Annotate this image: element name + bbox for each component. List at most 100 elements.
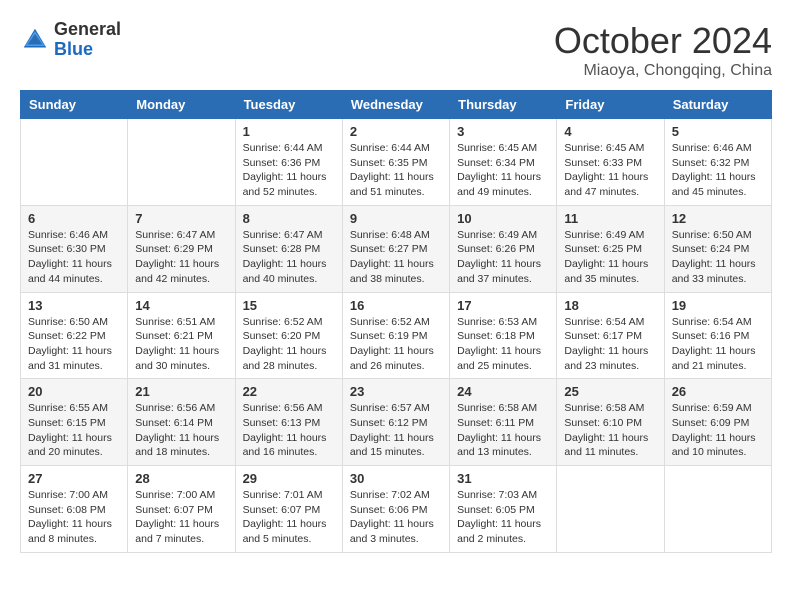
calendar-day-cell: 11 Sunrise: 6:49 AM Sunset: 6:25 PM Dayli…	[557, 205, 664, 292]
day-number: 26	[672, 384, 764, 399]
day-info: Sunrise: 6:54 AM Sunset: 6:17 PM Dayligh…	[564, 315, 656, 374]
calendar-day-cell	[21, 119, 128, 206]
day-number: 20	[28, 384, 120, 399]
calendar-day-cell: 20 Sunrise: 6:55 AM Sunset: 6:15 PM Dayli…	[21, 379, 128, 466]
day-number: 27	[28, 471, 120, 486]
day-info: Sunrise: 6:46 AM Sunset: 6:30 PM Dayligh…	[28, 228, 120, 287]
calendar-day-cell: 22 Sunrise: 6:56 AM Sunset: 6:13 PM Dayli…	[235, 379, 342, 466]
day-number: 24	[457, 384, 549, 399]
day-number: 17	[457, 298, 549, 313]
day-number: 21	[135, 384, 227, 399]
day-number: 8	[243, 211, 335, 226]
day-number: 31	[457, 471, 549, 486]
day-number: 2	[350, 124, 442, 139]
calendar-day-cell: 30 Sunrise: 7:02 AM Sunset: 6:06 PM Dayli…	[342, 466, 449, 553]
calendar-week-row: 1 Sunrise: 6:44 AM Sunset: 6:36 PM Daylig…	[21, 119, 772, 206]
day-of-week-header: Thursday	[450, 91, 557, 119]
day-number: 16	[350, 298, 442, 313]
day-number: 25	[564, 384, 656, 399]
day-info: Sunrise: 6:48 AM Sunset: 6:27 PM Dayligh…	[350, 228, 442, 287]
logo-general: General	[54, 19, 121, 39]
logo-text: General Blue	[54, 20, 121, 60]
calendar-day-cell	[128, 119, 235, 206]
calendar-day-cell: 17Sunrise: 6:53 AM Sunset: 6:18 PM Dayli…	[450, 292, 557, 379]
day-number: 28	[135, 471, 227, 486]
day-info: Sunrise: 7:02 AM Sunset: 6:06 PM Dayligh…	[350, 488, 442, 547]
day-number: 10	[457, 211, 549, 226]
calendar-header-row: SundayMondayTuesdayWednesdayThursdayFrid…	[21, 91, 772, 119]
day-number: 22	[243, 384, 335, 399]
day-info: Sunrise: 6:55 AM Sunset: 6:15 PM Dayligh…	[28, 401, 120, 460]
logo-blue: Blue	[54, 39, 93, 59]
calendar-day-cell: 5 Sunrise: 6:46 AM Sunset: 6:32 PM Daylig…	[664, 119, 771, 206]
calendar-day-cell: 13Sunrise: 6:50 AM Sunset: 6:22 PM Dayli…	[21, 292, 128, 379]
day-number: 9	[350, 211, 442, 226]
day-number: 19	[672, 298, 764, 313]
day-number: 5	[672, 124, 764, 139]
day-info: Sunrise: 6:47 AM Sunset: 6:29 PM Dayligh…	[135, 228, 227, 287]
day-info: Sunrise: 6:52 AM Sunset: 6:20 PM Dayligh…	[243, 315, 335, 374]
day-of-week-header: Wednesday	[342, 91, 449, 119]
day-of-week-header: Friday	[557, 91, 664, 119]
calendar-day-cell	[664, 466, 771, 553]
calendar-day-cell: 28 Sunrise: 7:00 AM Sunset: 6:07 PM Dayli…	[128, 466, 235, 553]
month-title: October 2024	[554, 20, 772, 62]
calendar-week-row: 6Sunrise: 6:46 AM Sunset: 6:30 PM Daylig…	[21, 205, 772, 292]
day-of-week-header: Tuesday	[235, 91, 342, 119]
page-header: General Blue October 2024 Miaoya, Chongq…	[20, 20, 772, 80]
calendar-day-cell: 3Sunrise: 6:45 AM Sunset: 6:34 PM Daylig…	[450, 119, 557, 206]
day-info: Sunrise: 6:58 AM Sunset: 6:11 PM Dayligh…	[457, 401, 549, 460]
calendar-day-cell: 19 Sunrise: 6:54 AM Sunset: 6:16 PM Dayli…	[664, 292, 771, 379]
day-info: Sunrise: 6:56 AM Sunset: 6:13 PM Dayligh…	[243, 401, 335, 460]
calendar-day-cell: 7Sunrise: 6:47 AM Sunset: 6:29 PM Daylig…	[128, 205, 235, 292]
calendar-day-cell: 16Sunrise: 6:52 AM Sunset: 6:19 PM Dayli…	[342, 292, 449, 379]
calendar-day-cell	[557, 466, 664, 553]
calendar-day-cell: 26 Sunrise: 6:59 AM Sunset: 6:09 PM Dayli…	[664, 379, 771, 466]
calendar-day-cell: 29Sunrise: 7:01 AM Sunset: 6:07 PM Dayli…	[235, 466, 342, 553]
day-number: 11	[564, 211, 656, 226]
calendar-day-cell: 25 Sunrise: 6:58 AM Sunset: 6:10 PM Dayli…	[557, 379, 664, 466]
day-info: Sunrise: 6:47 AM Sunset: 6:28 PM Dayligh…	[243, 228, 335, 287]
day-info: Sunrise: 6:49 AM Sunset: 6:25 PM Dayligh…	[564, 228, 656, 287]
calendar-day-cell: 15 Sunrise: 6:52 AM Sunset: 6:20 PM Dayli…	[235, 292, 342, 379]
day-info: Sunrise: 6:51 AM Sunset: 6:21 PM Dayligh…	[135, 315, 227, 374]
calendar-day-cell: 4Sunrise: 6:45 AM Sunset: 6:33 PM Daylig…	[557, 119, 664, 206]
day-info: Sunrise: 7:03 AM Sunset: 6:05 PM Dayligh…	[457, 488, 549, 547]
day-number: 13	[28, 298, 120, 313]
day-number: 15	[243, 298, 335, 313]
calendar-day-cell: 9 Sunrise: 6:48 AM Sunset: 6:27 PM Daylig…	[342, 205, 449, 292]
day-info: Sunrise: 6:45 AM Sunset: 6:33 PM Dayligh…	[564, 141, 656, 200]
calendar-day-cell: 24 Sunrise: 6:58 AM Sunset: 6:11 PM Dayli…	[450, 379, 557, 466]
calendar-day-cell: 1 Sunrise: 6:44 AM Sunset: 6:36 PM Daylig…	[235, 119, 342, 206]
day-number: 30	[350, 471, 442, 486]
day-of-week-header: Monday	[128, 91, 235, 119]
day-info: Sunrise: 6:58 AM Sunset: 6:10 PM Dayligh…	[564, 401, 656, 460]
day-number: 1	[243, 124, 335, 139]
location: Miaoya, Chongqing, China	[554, 62, 772, 80]
calendar-table: SundayMondayTuesdayWednesdayThursdayFrid…	[20, 90, 772, 553]
logo: General Blue	[20, 20, 121, 60]
day-info: Sunrise: 6:57 AM Sunset: 6:12 PM Dayligh…	[350, 401, 442, 460]
calendar-day-cell: 14Sunrise: 6:51 AM Sunset: 6:21 PM Dayli…	[128, 292, 235, 379]
calendar-day-cell: 27 Sunrise: 7:00 AM Sunset: 6:08 PM Dayli…	[21, 466, 128, 553]
day-info: Sunrise: 6:56 AM Sunset: 6:14 PM Dayligh…	[135, 401, 227, 460]
day-info: Sunrise: 6:50 AM Sunset: 6:24 PM Dayligh…	[672, 228, 764, 287]
calendar-day-cell: 6Sunrise: 6:46 AM Sunset: 6:30 PM Daylig…	[21, 205, 128, 292]
day-info: Sunrise: 7:00 AM Sunset: 6:08 PM Dayligh…	[28, 488, 120, 547]
day-info: Sunrise: 6:59 AM Sunset: 6:09 PM Dayligh…	[672, 401, 764, 460]
calendar-day-cell: 23Sunrise: 6:57 AM Sunset: 6:12 PM Dayli…	[342, 379, 449, 466]
calendar-day-cell: 10Sunrise: 6:49 AM Sunset: 6:26 PM Dayli…	[450, 205, 557, 292]
day-number: 3	[457, 124, 549, 139]
day-info: Sunrise: 6:54 AM Sunset: 6:16 PM Dayligh…	[672, 315, 764, 374]
day-info: Sunrise: 7:00 AM Sunset: 6:07 PM Dayligh…	[135, 488, 227, 547]
day-info: Sunrise: 6:46 AM Sunset: 6:32 PM Dayligh…	[672, 141, 764, 200]
day-info: Sunrise: 7:01 AM Sunset: 6:07 PM Dayligh…	[243, 488, 335, 547]
calendar-day-cell: 31 Sunrise: 7:03 AM Sunset: 6:05 PM Dayli…	[450, 466, 557, 553]
calendar-week-row: 20 Sunrise: 6:55 AM Sunset: 6:15 PM Dayli…	[21, 379, 772, 466]
calendar-day-cell: 2 Sunrise: 6:44 AM Sunset: 6:35 PM Daylig…	[342, 119, 449, 206]
day-info: Sunrise: 6:44 AM Sunset: 6:36 PM Dayligh…	[243, 141, 335, 200]
calendar-day-cell: 18Sunrise: 6:54 AM Sunset: 6:17 PM Dayli…	[557, 292, 664, 379]
calendar-day-cell: 21 Sunrise: 6:56 AM Sunset: 6:14 PM Dayli…	[128, 379, 235, 466]
calendar-week-row: 13Sunrise: 6:50 AM Sunset: 6:22 PM Dayli…	[21, 292, 772, 379]
day-info: Sunrise: 6:44 AM Sunset: 6:35 PM Dayligh…	[350, 141, 442, 200]
